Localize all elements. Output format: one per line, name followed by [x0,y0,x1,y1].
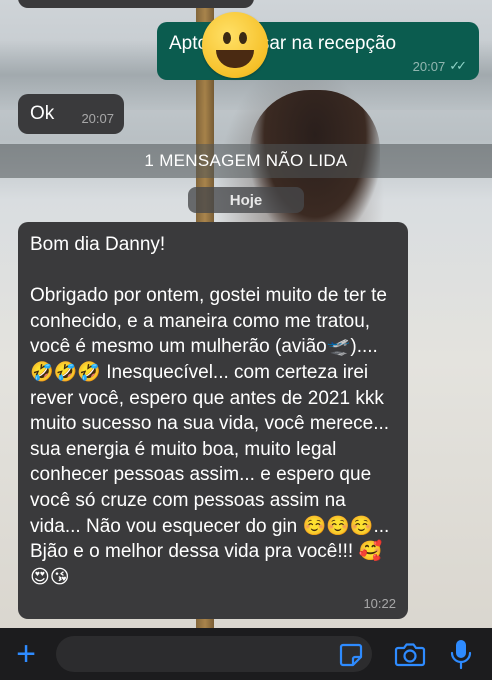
message-input[interactable] [56,636,372,672]
message-text: Bom dia Danny! Obrigado por ontem, goste… [30,234,390,588]
sticker-eye-left [223,32,231,44]
microphone-icon[interactable] [448,638,474,670]
grinning-face-sticker-icon [202,12,268,78]
message-composer: + [0,628,492,680]
sticker-eye-right [239,32,247,44]
previous-message-bubble[interactable] [18,0,254,8]
unread-messages-banner: 1 MENSAGEM NÃO LIDA [0,144,492,178]
read-receipt-icon: ✓✓ [449,58,467,73]
message-time: 20:07 [81,111,114,126]
incoming-message[interactable]: Ok 20:07 [18,94,124,134]
sticker-mouth [216,50,254,68]
camera-icon[interactable] [394,640,426,668]
sticker-icon[interactable] [338,642,364,668]
message-meta: 20:07 [81,111,114,126]
message-time: 20:07 [412,58,446,74]
message-meta: 10:22 [363,596,396,611]
plus-icon[interactable]: + [8,637,44,671]
message-time: 10:22 [363,596,396,611]
message-meta: 20:07 ✓✓ [413,58,467,74]
incoming-message[interactable]: Bom dia Danny! Obrigado por ontem, goste… [18,222,408,619]
date-separator: Hoje [188,187,304,213]
